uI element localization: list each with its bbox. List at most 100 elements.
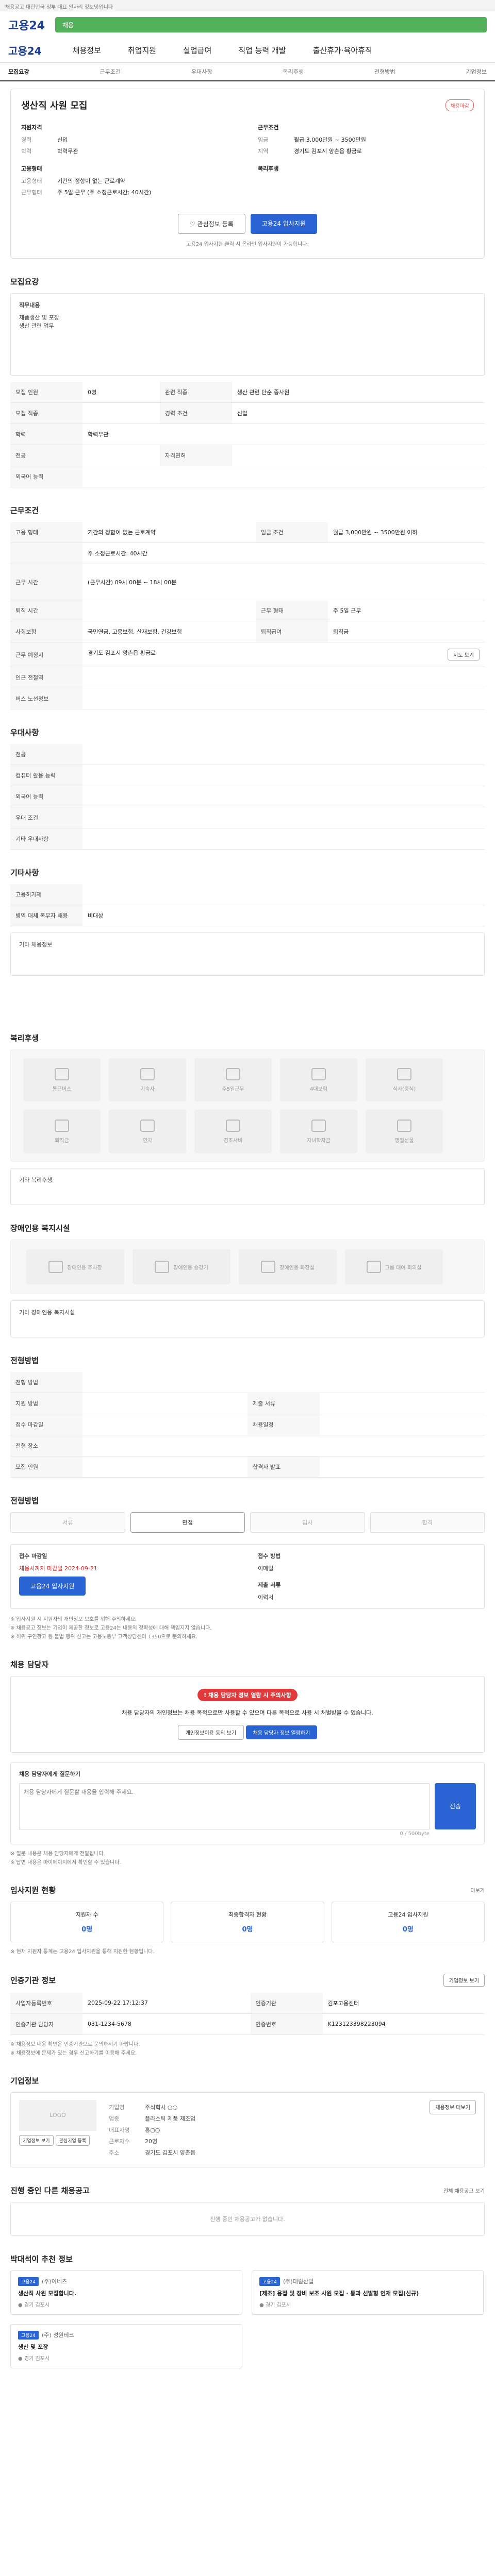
table-cell <box>320 1393 485 1414</box>
table-header-cell: 관련 직종 <box>159 382 232 403</box>
recommend-card[interactable]: 고용24 (주)이네츠 생산직 사원 모집합니다. ● 경기 김포시 <box>10 2270 242 2315</box>
table-header-cell: 학력 <box>10 423 82 445</box>
table-row: 전형 방법 <box>10 1372 485 1393</box>
other-jobs-empty: 진행 중인 채용공고가 없습니다. <box>10 2201 485 2236</box>
company-value: 경기도 김포시 양촌읍 <box>145 2149 196 2156</box>
alert-title: 채용 담당자 정보 열람 시 주의사항 <box>208 1692 291 1699</box>
follow-company-button[interactable]: 관심기업 등록 <box>55 2134 90 2146</box>
table-row: 병역 대체 복무자 채용 비대상 <box>10 905 485 926</box>
tab-process[interactable]: 전형방법 <box>374 67 395 76</box>
table-cell <box>82 1435 485 1456</box>
nav-item-jobs[interactable]: 채용정보 <box>73 45 101 56</box>
warning-icon: ! <box>204 1692 209 1699</box>
company-label: 주소 <box>109 2149 120 2156</box>
benefit-item: 통근버스 <box>23 1058 101 1101</box>
nav-item-leave[interactable]: 출산휴가·육아휴직 <box>313 45 372 56</box>
meal-icon <box>397 1067 411 1080</box>
employment-label: 고용형태 <box>21 178 42 184</box>
map-button[interactable]: 지도 보기 <box>448 649 480 660</box>
tab-preferred[interactable]: 우대사항 <box>191 67 212 76</box>
table-header-cell: 제출 서류 <box>248 1393 320 1414</box>
etc-table: 고용허가제 병역 대체 복무자 채용 비대상 <box>10 884 485 926</box>
company-logo: LOGO <box>19 2099 96 2131</box>
table-cell <box>232 445 485 466</box>
table-cell: 월급 3,000만원 ~ 3500만원 이하 <box>327 522 485 543</box>
note-line: ※ 채용정보 내용 확인은 인증기관으로 문의하시기 바랍니다. <box>10 2041 140 2047</box>
tab-recruit[interactable]: 모집요강 <box>8 67 29 76</box>
other-jobs-more-link[interactable]: 전체 채용공고 보기 <box>443 2187 485 2194</box>
table-header-cell: 전공 <box>10 445 82 466</box>
step-item: 면접 <box>130 1512 245 1533</box>
apply-button-secondary[interactable]: 고용24 입사지원 <box>19 1577 86 1596</box>
company-box: LOGO 기업정보 보기 관심기업 등록 기업명 주식회사 ○○ 업종 플라스틱 제… <box>10 2092 485 2167</box>
table-header-cell: 모집 직종 <box>10 402 82 424</box>
save-interest-button[interactable]: ♡ 관심정보 등록 <box>178 214 245 234</box>
view-contact-button[interactable]: 채용 담당자 정보 열람하기 <box>245 1725 318 1739</box>
search-bar[interactable]: 채용 <box>55 17 487 32</box>
method-label: 접수 방법 <box>258 1553 281 1560</box>
facility-item: 장애인용 주차장 <box>26 1249 124 1284</box>
calendar-icon <box>226 1067 240 1080</box>
recommend-list: 고용24 (주)이네츠 생산직 사원 모집합니다. ● 경기 김포시 고용24 (주… <box>10 2270 485 2368</box>
qna-submit-button[interactable]: 전송 <box>435 1783 476 1829</box>
table-cell <box>320 1456 485 1478</box>
table-cell <box>82 445 160 466</box>
table-cell <box>82 1414 248 1435</box>
privacy-consent-button[interactable]: 개인정보이용 동의 보기 <box>177 1724 244 1740</box>
qualifications-header: 지원자격 <box>21 124 42 131</box>
work-location-value: 경기도 김포시 양촌읍 황금로 <box>88 650 156 656</box>
docs-value: 이력서 <box>258 1594 274 1601</box>
tab-benefits[interactable]: 복리후생 <box>283 67 304 76</box>
table-cell: 경기도 김포시 양촌읍 황금로 지도 보기 <box>82 642 485 667</box>
tab-work[interactable]: 근무조건 <box>100 67 121 76</box>
table-row: 근무 예정지 경기도 김포시 양촌읍 황금로 지도 보기 <box>10 642 485 667</box>
benefit-item: 주5일근무 <box>194 1058 272 1101</box>
gift-icon <box>226 1119 240 1132</box>
stat-label: 지원자 수 <box>75 1911 98 1918</box>
applicants-section-title: 입사지원 현황 <box>10 1885 56 1895</box>
qna-byte-count: 0 / 500byte <box>400 1831 430 1837</box>
site-logo[interactable]: 고용24 <box>8 16 45 33</box>
table-header-cell: 전형 장소 <box>10 1435 82 1456</box>
wage-value: 월급 3,000만원 ~ 3500만원 <box>294 137 366 143</box>
applicants-more-link[interactable]: 더보기 <box>470 1886 485 1894</box>
education-value: 학력무관 <box>57 148 78 155</box>
stat-value: 0명 <box>242 1925 253 1934</box>
location-label: 지역 <box>258 148 269 155</box>
job-title: 생산직 사원 모집 <box>21 100 88 111</box>
disability-section-title: 장애인용 복지시설 <box>10 1224 70 1233</box>
retirement-icon <box>55 1119 69 1132</box>
table-cell: 김포고용센터 <box>322 1992 485 2014</box>
benefits-etc-label: 기타 복리후생 <box>19 1177 53 1183</box>
company-info-button[interactable]: 기업정보 보기 <box>443 1973 485 1987</box>
facility-label: 그룹 대여 회의실 <box>385 1265 422 1271</box>
table-row: 모집 인원 0명 관련 직종 생산 관련 단순 종사원 <box>10 382 485 403</box>
company-label: 대표자명 <box>109 2126 130 2133</box>
save-interest-label: 관심정보 등록 <box>197 221 234 228</box>
recommend-card[interactable]: 고용24 (주)대림산업 [제조] 용접 및 장비 보조 사원 모집 · 통과 선… <box>252 2270 484 2315</box>
insurance-icon <box>311 1067 326 1080</box>
duty-line: 제품생산 및 포장 <box>19 314 59 321</box>
card-company: (주)이네츠 <box>42 2278 68 2285</box>
disability-grid: 장애인용 주차장 장애인용 승강기 장애인용 화장실 그룹 대여 회의실 <box>10 1240 485 1294</box>
dormitory-icon <box>140 1067 155 1080</box>
nav-item-training[interactable]: 직업 능력 개발 <box>238 45 286 56</box>
more-jobs-button[interactable]: 채용정보 더보기 <box>430 2099 476 2114</box>
benefit-label: 주5일근무 <box>222 1086 244 1092</box>
apply-button[interactable]: 고용24 입사지원 <box>250 214 317 234</box>
nav-logo[interactable]: 고용24 <box>8 43 42 58</box>
nav-item-unemployment[interactable]: 실업급여 <box>183 45 211 56</box>
recommend-card[interactable]: 고용24 (주) 성원테크 생산 및 포장 ● 경기 김포시 <box>10 2324 242 2368</box>
benefit-item: 퇴직금 <box>23 1110 101 1153</box>
contact-section-title: 채용 담당자 <box>10 1660 49 1669</box>
other-jobs-title: 진행 중인 다른 채용공고 <box>10 2185 90 2195</box>
job-summary-card: 생산직 사원 모집 채용마감 지원자격 경력 신입 학력 학력무관 고용형태 고용형… <box>10 89 485 259</box>
company-detail-button[interactable]: 기업정보 보기 <box>19 2134 54 2146</box>
table-row: 외국어 능력 <box>10 466 485 487</box>
nav-item-support[interactable]: 취업지원 <box>128 45 156 56</box>
qna-input[interactable] <box>19 1783 430 1829</box>
section-tabs: 모집요강 근무조건 우대사항 복리후생 전형방법 기업정보 <box>0 63 495 81</box>
tab-company[interactable]: 기업정보 <box>466 67 487 76</box>
facility-item: 장애인용 승강기 <box>133 1249 230 1284</box>
benefit-item: 자녀학자금 <box>280 1110 357 1153</box>
